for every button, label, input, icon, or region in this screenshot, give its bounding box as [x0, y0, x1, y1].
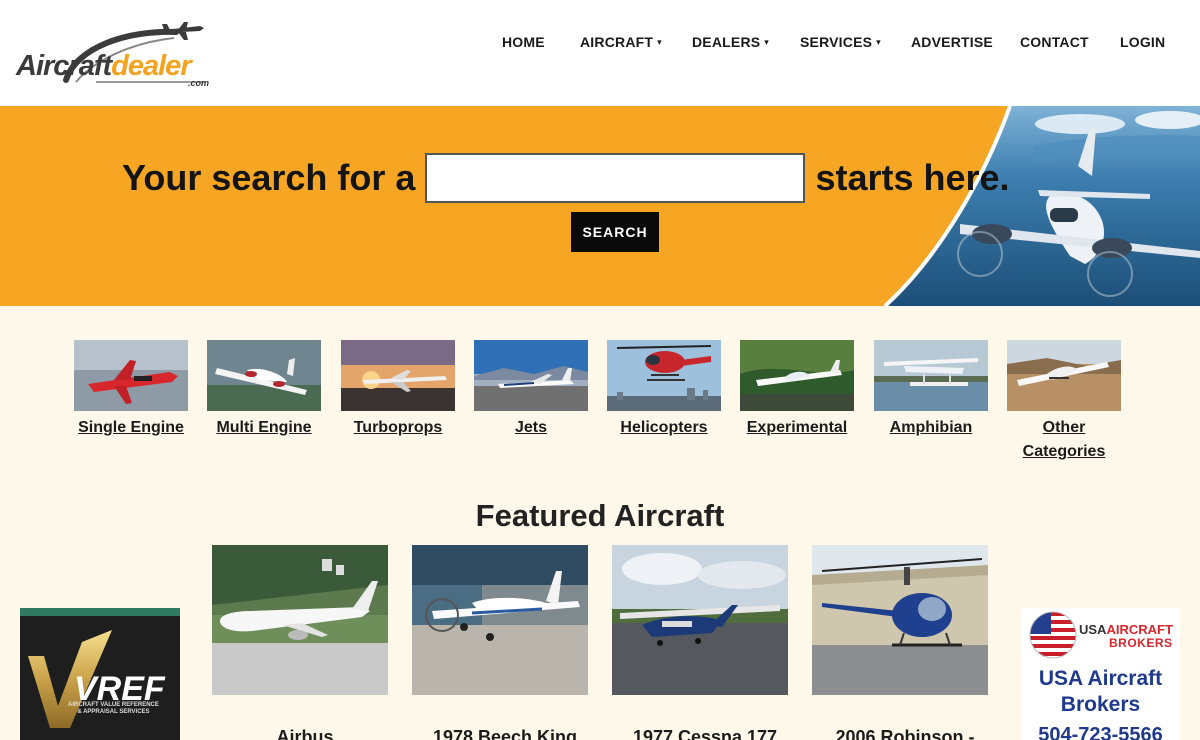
hero-search-banner: Your search for a starts here. SEARCH: [0, 106, 1200, 306]
category-label: Other Categories: [1022, 419, 1106, 460]
usa-flag-icon: [1029, 611, 1077, 659]
vref-logo-icon: VREF: [28, 630, 166, 728]
category-label: Multi Engine: [216, 419, 312, 436]
usa-logo-usa: USA: [1079, 622, 1107, 637]
featured-item-robinson[interactable]: 2006 Robinson -: [812, 545, 988, 740]
category-jets[interactable]: Jets: [474, 340, 588, 440]
featured-item-title: 2006 Robinson -: [835, 727, 975, 740]
logo-com: .com: [188, 78, 210, 88]
nav-services[interactable]: SERVICES ▾: [800, 34, 881, 50]
hero-suffix-text: starts here.: [815, 157, 1010, 198]
logo-craft: craft: [53, 50, 112, 82]
nav-dealers[interactable]: DEALERS ▾: [692, 34, 769, 50]
category-amphibian[interactable]: Amphibian: [874, 340, 988, 440]
logo-air: Air: [16, 50, 54, 82]
logo-wordmark: Aircraftdealer: [16, 50, 192, 83]
hero-airplane-photo: [883, 106, 1200, 306]
category-label: Experimental: [746, 419, 848, 436]
turboprops-thumbnail: [341, 340, 455, 411]
category-other[interactable]: Other Categories: [1007, 340, 1121, 464]
nav-home-label: HOME: [502, 34, 545, 50]
logo-dealer: dealer: [111, 50, 191, 82]
nav-aircraft[interactable]: AIRCRAFT ▾: [580, 34, 662, 50]
featured-item-airbus[interactable]: Airbus: [212, 545, 388, 740]
vref-ad[interactable]: VREF AIRCRAFT VALUE REFERENCE & APPRAISA…: [20, 608, 180, 740]
category-label: Jets: [514, 419, 548, 436]
chevron-down-icon: ▾: [657, 37, 662, 47]
beech-king-photo: [412, 545, 588, 695]
category-experimental[interactable]: Experimental: [740, 340, 854, 440]
other-categories-thumbnail: [1007, 340, 1121, 411]
usa-logo-aircraft: AIRCRAFT: [1106, 622, 1173, 637]
chevron-down-icon: ▾: [876, 37, 881, 47]
search-input[interactable]: [425, 153, 806, 203]
featured-item-beech-king[interactable]: 1978 Beech King: [412, 545, 588, 740]
usa-logo-brokers: BROKERS: [1109, 636, 1173, 650]
featured-item-title: 1978 Beech King: [432, 727, 578, 740]
vref-subtitle: AIRCRAFT VALUE REFERENCE & APPRAISAL SER…: [68, 702, 159, 716]
hero-search-row: Your search for a starts here.: [122, 153, 1010, 203]
usa-brokers-phone[interactable]: 504-723-5566: [1021, 724, 1180, 740]
nav-aircraft-label: AIRCRAFT: [580, 34, 654, 50]
nav-advertise[interactable]: ADVERTISE: [911, 34, 993, 50]
nav-services-label: SERVICES: [800, 34, 873, 50]
category-helicopters[interactable]: Helicopters: [607, 340, 721, 440]
category-multi-engine[interactable]: Multi Engine: [207, 340, 321, 440]
featured-item-title: Airbus: [276, 727, 334, 740]
cessna-photo: [612, 545, 788, 695]
usa-logo-top: USAAIRCRAFT: [1079, 622, 1173, 637]
nav-login-label: LOGIN: [1120, 34, 1166, 50]
usa-brokers-name: USA Aircraft Brokers: [1038, 667, 1163, 716]
vref-subtitle-line2: & APPRAISAL SERVICES: [77, 709, 150, 715]
vref-subtitle-line1: AIRCRAFT VALUE REFERENCE: [68, 702, 159, 708]
multi-engine-thumbnail: [207, 340, 321, 411]
nav-home[interactable]: HOME: [502, 34, 545, 50]
nav-advertise-label: ADVERTISE: [911, 34, 993, 50]
robinson-photo: [812, 545, 988, 695]
nav-contact[interactable]: CONTACT: [1020, 34, 1089, 50]
aircraftdealer-logo[interactable]: Aircraftdealer .com: [16, 18, 226, 88]
category-label: Single Engine: [78, 419, 184, 436]
featured-item-cessna[interactable]: 1977 Cessna 177: [612, 545, 788, 740]
amphibian-thumbnail: [874, 340, 988, 411]
category-single-engine[interactable]: Single Engine: [74, 340, 188, 440]
category-turboprops[interactable]: Turboprops: [341, 340, 455, 440]
category-label: Turboprops: [353, 419, 443, 436]
nav-contact-label: CONTACT: [1020, 34, 1089, 50]
nav-login[interactable]: LOGIN: [1120, 34, 1165, 50]
category-label: Amphibian: [889, 419, 973, 436]
helicopters-thumbnail: [607, 340, 721, 411]
single-engine-thumbnail: [74, 340, 188, 411]
nav-dealers-label: DEALERS: [692, 34, 761, 50]
airbus-photo: [212, 545, 388, 695]
chevron-down-icon: ▾: [764, 37, 770, 47]
featured-item-title: 1977 Cessna 177: [632, 727, 778, 740]
category-label: Helicopters: [620, 419, 708, 436]
hero-prefix-text: Your search for a: [122, 157, 416, 198]
experimental-thumbnail: [740, 340, 854, 411]
site-header: Aircraftdealer .com HOME AIRCRAFT ▾ DEALE…: [0, 0, 1200, 106]
featured-aircraft-heading: Featured Aircraft: [475, 498, 725, 533]
jets-thumbnail: [474, 340, 588, 411]
search-button[interactable]: SEARCH: [571, 212, 659, 252]
usa-aircraft-brokers-ad[interactable]: USAAIRCRAFT BROKERS USA Aircraft Brokers…: [1021, 608, 1180, 740]
